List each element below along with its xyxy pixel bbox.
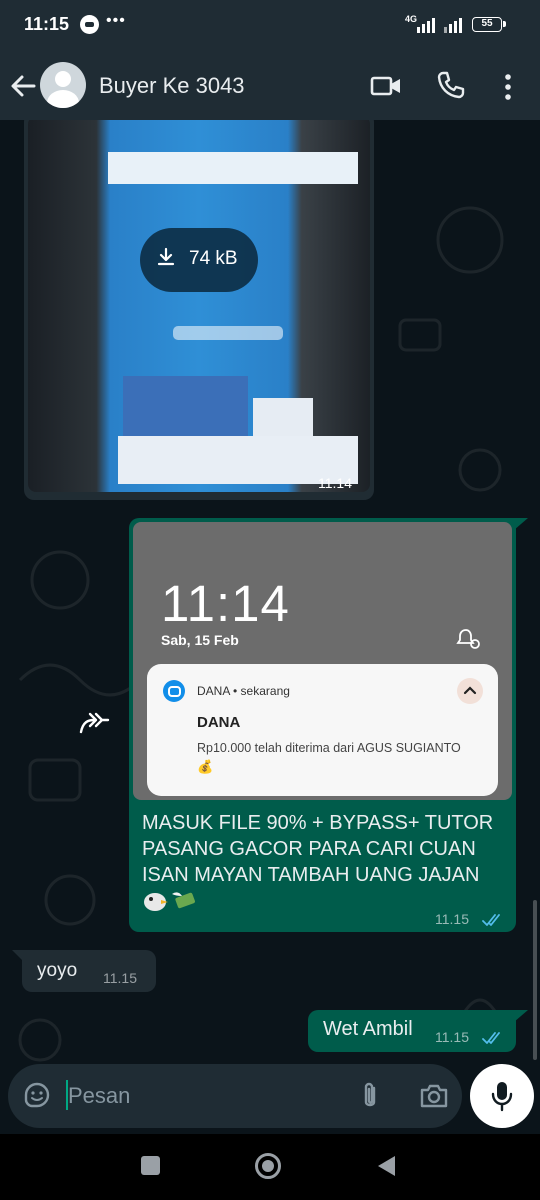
recents-icon[interactable] xyxy=(141,1156,160,1175)
voice-call-icon[interactable] xyxy=(436,70,466,100)
battery-icon: 55 xyxy=(472,17,506,32)
message-time: 11.14 xyxy=(318,475,352,491)
status-bar: 11:15 ••• 4G 55 xyxy=(0,0,540,52)
message-text: yoyo xyxy=(37,960,78,981)
chat-area: 74 kB 11.14 11:14 Sab, 15 Feb DANA • sek… xyxy=(0,120,540,1134)
notification-app: DANA • sekarang xyxy=(197,684,290,698)
blurred-image-thumbnail[interactable] xyxy=(28,120,370,492)
read-receipt-icon xyxy=(482,914,500,926)
message-text: MASUK FILE 90% + BYPASS+ TUTOR PASANG GA… xyxy=(142,810,506,914)
more-notifications-icon: ••• xyxy=(106,12,126,29)
lock-screen-date: Sab, 15 Feb xyxy=(161,632,239,648)
file-size[interactable]: 74 kB xyxy=(189,248,238,270)
message-time: 11.15 xyxy=(103,970,137,986)
signal-icon xyxy=(417,15,435,33)
lock-screen-time: 11:14 xyxy=(161,575,290,632)
read-receipt-icon xyxy=(482,1032,500,1044)
network-type: 4G xyxy=(405,14,418,24)
scrollbar[interactable] xyxy=(533,900,537,1060)
chevron-up-icon xyxy=(457,678,483,704)
notification-card: DANA • sekarang DANA Rp10.000 telah dite… xyxy=(147,664,498,796)
notification-text: Rp10.000 telah diterima dari AGUS SUGIAN… xyxy=(197,741,461,755)
back-arrow-icon[interactable] xyxy=(8,72,38,100)
money-wings-emoji-icon xyxy=(172,892,195,909)
status-time: 11:15 xyxy=(24,14,70,34)
attach-icon[interactable] xyxy=(357,1080,383,1112)
bubble-tail xyxy=(514,1010,528,1022)
contact-name[interactable]: Buyer Ke 3043 xyxy=(99,73,245,99)
forward-icon[interactable] xyxy=(78,710,112,736)
nav-back-icon[interactable] xyxy=(375,1154,397,1178)
overflow-menu-icon[interactable] xyxy=(498,72,518,102)
message-time: 11.15 xyxy=(435,1029,469,1045)
message-time: 11.15 xyxy=(435,911,469,927)
microphone-icon[interactable] xyxy=(489,1080,515,1112)
caption-text: MASUK FILE 90% + BYPASS+ TUTOR PASANG GA… xyxy=(142,812,494,886)
dana-logo-icon xyxy=(163,680,185,702)
sticker-icon[interactable] xyxy=(22,1080,52,1110)
money-bag-icon: 💰 xyxy=(197,759,214,774)
notification-icon xyxy=(80,15,99,34)
voice-message-button[interactable] xyxy=(470,1064,534,1128)
bubble-tail xyxy=(514,518,528,530)
home-icon[interactable] xyxy=(255,1153,281,1179)
message-text: Wet Ambil xyxy=(323,1018,413,1040)
notification-screenshot[interactable]: 11:14 Sab, 15 Feb DANA • sekarang DANA R… xyxy=(133,522,512,800)
settings-icon xyxy=(456,629,480,649)
video-call-icon[interactable] xyxy=(370,72,402,100)
signal-icon-2 xyxy=(444,15,462,33)
notification-title: DANA xyxy=(197,714,241,731)
camera-icon[interactable] xyxy=(418,1082,450,1110)
avatar[interactable] xyxy=(40,62,86,108)
bird-emoji-icon xyxy=(144,893,168,911)
image-message[interactable] xyxy=(24,120,374,500)
download-icon[interactable] xyxy=(155,246,177,268)
message-input[interactable] xyxy=(66,1078,336,1114)
chat-header: Buyer Ke 3043 xyxy=(0,52,540,120)
